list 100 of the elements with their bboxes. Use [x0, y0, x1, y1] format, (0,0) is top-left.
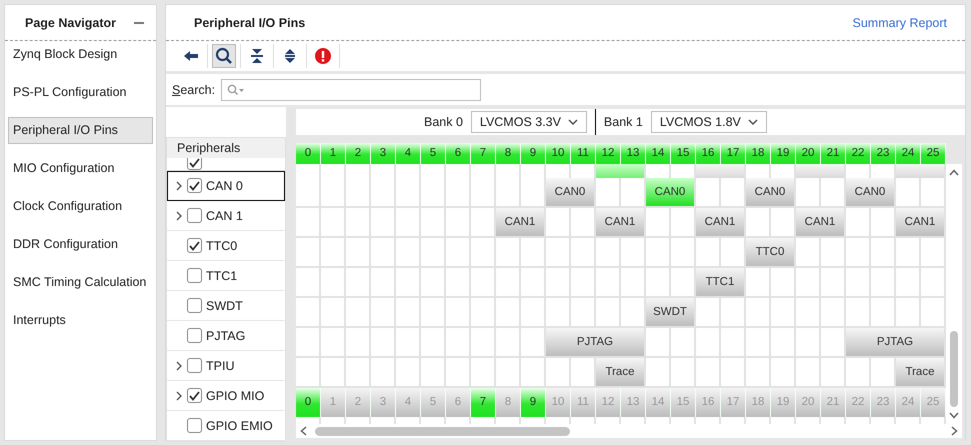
- pin-number[interactable]: 3: [371, 143, 395, 164]
- scrollbar-thumb[interactable]: [950, 331, 958, 407]
- pin-assignment[interactable]: SWDT: [646, 298, 694, 326]
- peripheral-row[interactable]: GPIO EMIO: [167, 411, 285, 441]
- navigator-item[interactable]: Zynq Block Design: [8, 41, 153, 68]
- pin-number[interactable]: 12: [596, 143, 620, 164]
- pin-number[interactable]: 0: [296, 388, 320, 417]
- pin-number[interactable]: 21: [821, 143, 845, 164]
- pin-number[interactable]: 0: [296, 143, 320, 164]
- pin-number[interactable]: 11: [571, 143, 595, 164]
- navigator-item[interactable]: MIO Configuration: [8, 155, 153, 182]
- pin-number[interactable]: 18: [746, 143, 770, 164]
- pin-number[interactable]: 6: [446, 143, 470, 164]
- checkbox[interactable]: [187, 388, 202, 403]
- pin-assignment[interactable]: CAN1: [496, 208, 544, 236]
- navigator-item[interactable]: PS-PL Configuration: [8, 79, 153, 106]
- grid-cell: [371, 238, 394, 266]
- pin-number[interactable]: 22: [846, 143, 870, 164]
- pin-assignment[interactable]: CAN1: [796, 208, 844, 236]
- peripheral-row[interactable]: TTC1: [167, 261, 285, 291]
- pin-assignment[interactable]: CAN0: [546, 178, 594, 206]
- pin-number[interactable]: 7: [471, 388, 495, 417]
- pin-number[interactable]: 1: [321, 143, 345, 164]
- navigator-item[interactable]: Peripheral I/O Pins: [8, 117, 153, 144]
- grid-cell: [321, 298, 344, 326]
- pin-number[interactable]: 23: [871, 143, 895, 164]
- minimize-icon[interactable]: [134, 22, 144, 24]
- pin-number[interactable]: 14: [646, 143, 670, 164]
- checkbox[interactable]: [187, 358, 202, 373]
- search-button[interactable]: [212, 44, 236, 68]
- grid-cell: [821, 358, 844, 386]
- checkbox[interactable]: [187, 418, 202, 433]
- checkbox[interactable]: [187, 328, 202, 343]
- chevron-right-icon[interactable]: [175, 360, 183, 370]
- pin-number[interactable]: 7: [471, 143, 495, 164]
- grid-cell: [496, 358, 519, 386]
- navigator-item[interactable]: DDR Configuration: [8, 231, 153, 258]
- grid-cell: [746, 208, 769, 236]
- scrollbar-thumb[interactable]: [315, 426, 570, 436]
- pin-number[interactable]: 4: [396, 143, 420, 164]
- pin-number[interactable]: 9: [521, 388, 545, 417]
- pin-number[interactable]: 24: [896, 143, 920, 164]
- voltage-dropdown[interactable]: LVCMOS 1.8V: [650, 111, 767, 133]
- peripheral-row[interactable]: SWDT: [167, 291, 285, 321]
- peripheral-row[interactable]: GPIO MIO: [167, 381, 285, 411]
- navigator-item[interactable]: Clock Configuration: [8, 193, 153, 220]
- pin-number[interactable]: 19: [771, 143, 795, 164]
- pin-number[interactable]: 10: [546, 143, 570, 164]
- peripheral-row[interactable]: CAN 0: [167, 171, 285, 201]
- peripheral-row[interactable]: TPIU: [167, 351, 285, 381]
- pin-assignment[interactable]: CAN1: [896, 208, 944, 236]
- scroll-right-icon[interactable]: [951, 426, 958, 436]
- pin-assignment[interactable]: Trace: [596, 358, 644, 386]
- peripheral-row[interactable]: TTC0: [167, 231, 285, 261]
- pin-number[interactable]: 16: [696, 143, 720, 164]
- navigator-item[interactable]: SMC Timing Calculation: [8, 269, 153, 296]
- grid-cell: [421, 208, 444, 236]
- pin-number[interactable]: 5: [421, 143, 445, 164]
- pin-assignment[interactable]: CAN0: [646, 178, 694, 206]
- chevron-down-icon: [748, 119, 758, 125]
- chevron-right-icon[interactable]: [175, 180, 183, 190]
- grid-cell: [796, 268, 819, 296]
- summary-report-link[interactable]: Summary Report: [852, 16, 947, 30]
- pin-assignment[interactable]: PJTAG: [846, 328, 944, 356]
- checkbox[interactable]: [187, 268, 202, 283]
- scroll-up-icon[interactable]: [949, 169, 959, 176]
- pin-number[interactable]: 9: [521, 143, 545, 164]
- pin-number[interactable]: 13: [621, 143, 645, 164]
- checkbox[interactable]: [187, 298, 202, 313]
- voltage-dropdown[interactable]: LVCMOS 3.3V: [470, 111, 587, 133]
- checkbox[interactable]: [187, 238, 202, 253]
- grid-cell: [471, 298, 494, 326]
- pin-number[interactable]: 25: [921, 143, 945, 164]
- chevron-right-icon[interactable]: [175, 390, 183, 400]
- pin-number[interactable]: 2: [346, 143, 370, 164]
- pin-number[interactable]: 20: [796, 143, 820, 164]
- pin-assignment[interactable]: PJTAG: [546, 328, 644, 356]
- scroll-left-icon[interactable]: [300, 426, 307, 436]
- pin-number[interactable]: 8: [496, 143, 520, 164]
- pin-assignment[interactable]: CAN1: [596, 208, 644, 236]
- pin-assignment[interactable]: Trace: [896, 358, 944, 386]
- pin-assignment[interactable]: CAN1: [696, 208, 744, 236]
- pin-assignment[interactable]: CAN0: [846, 178, 894, 206]
- grid-cell: [296, 268, 319, 296]
- grid-cell: [446, 208, 469, 236]
- pin-assignment[interactable]: CAN0: [746, 178, 794, 206]
- navigator-item[interactable]: Interrupts: [8, 307, 153, 334]
- checkbox[interactable]: [187, 208, 202, 223]
- grid-cell: [871, 208, 894, 236]
- pin-number[interactable]: 15: [671, 143, 695, 164]
- peripheral-row[interactable]: PJTAG: [167, 321, 285, 351]
- peripheral-row[interactable]: CAN 1: [167, 201, 285, 231]
- pin-assignment[interactable]: TTC0: [746, 238, 794, 266]
- search-field[interactable]: [221, 78, 482, 100]
- pin-number[interactable]: 17: [721, 143, 745, 164]
- chevron-right-icon[interactable]: [175, 210, 183, 220]
- pin-assignment[interactable]: TTC1: [696, 268, 744, 296]
- checkbox[interactable]: [187, 178, 202, 193]
- scroll-down-icon[interactable]: [949, 412, 959, 419]
- checkbox[interactable]: [187, 158, 202, 170]
